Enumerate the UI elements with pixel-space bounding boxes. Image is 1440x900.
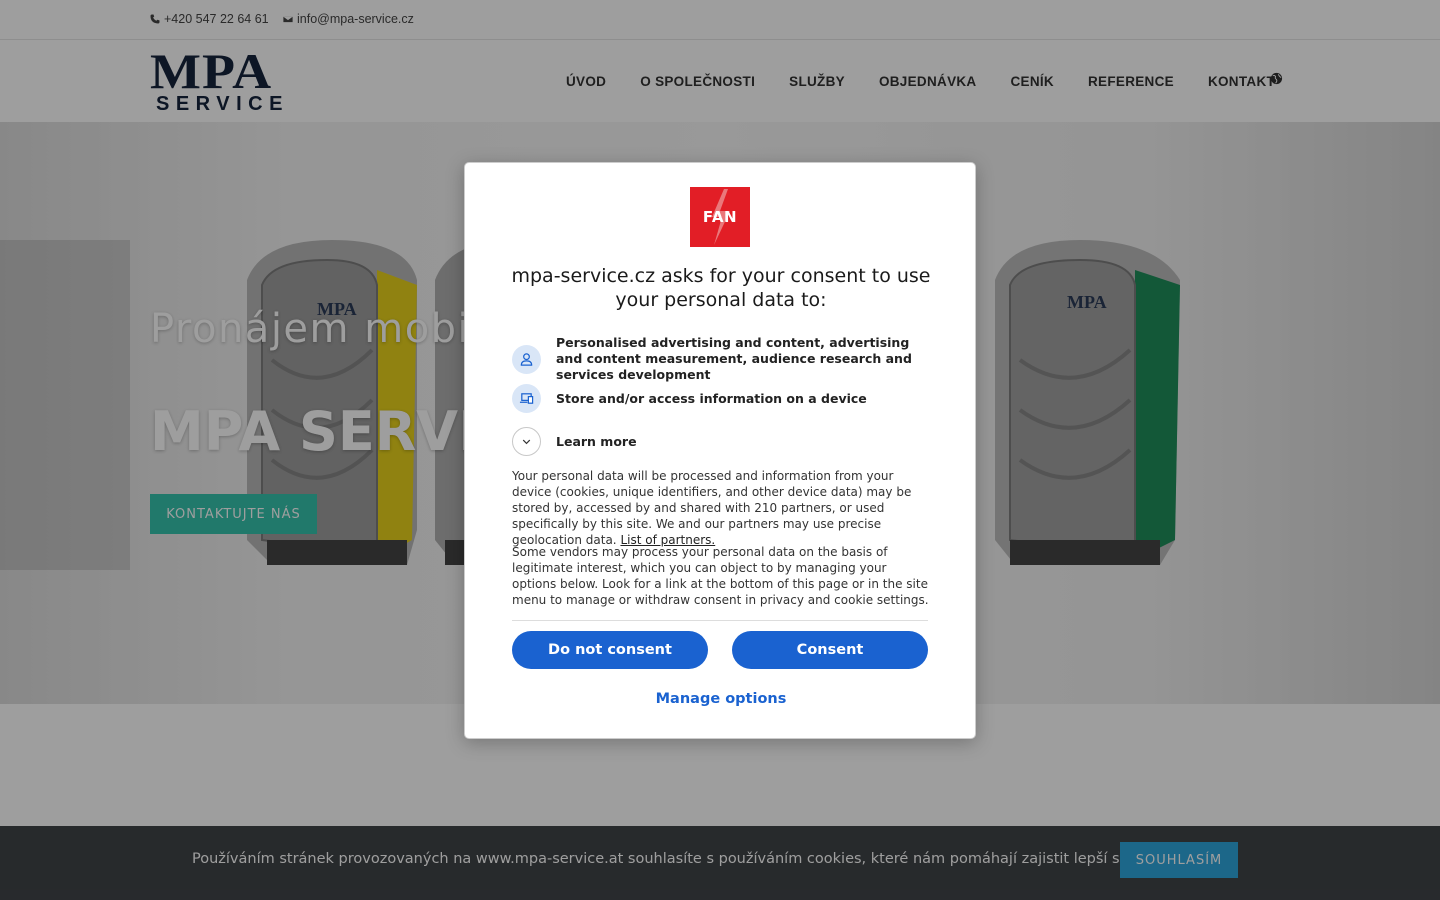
learn-more-toggle[interactable]: Learn more (512, 427, 926, 456)
consent-paragraph-1: Your personal data will be processed and… (512, 468, 930, 548)
purpose-text: Personalised advertising and content, ad… (556, 335, 912, 382)
person-icon (512, 344, 541, 374)
consent-button[interactable]: Consent (732, 631, 928, 669)
chevron-down-icon[interactable] (512, 427, 541, 456)
learn-more-label[interactable]: Learn more (556, 434, 926, 450)
purpose-text: Store and/or access information on a dev… (556, 390, 867, 406)
do-not-consent-button[interactable]: Do not consent (512, 631, 708, 669)
consent-paragraph-2: Some vendors may process your personal d… (512, 545, 929, 607)
consent-dialog: FAN mpa-service.cz asks for your consent… (464, 162, 976, 739)
publisher-logo-text: FAN (702, 208, 738, 226)
purpose-store-access: Store and/or access information on a dev… (512, 384, 926, 413)
consent-title: mpa-service.cz asks for your consent to … (511, 265, 931, 311)
divider (512, 620, 928, 621)
purpose-personalised-ads: Personalised advertising and content, ad… (512, 335, 926, 383)
devices-icon (512, 384, 541, 413)
manage-options-link[interactable]: Manage options (465, 691, 977, 707)
publisher-logo: FAN (690, 187, 750, 247)
